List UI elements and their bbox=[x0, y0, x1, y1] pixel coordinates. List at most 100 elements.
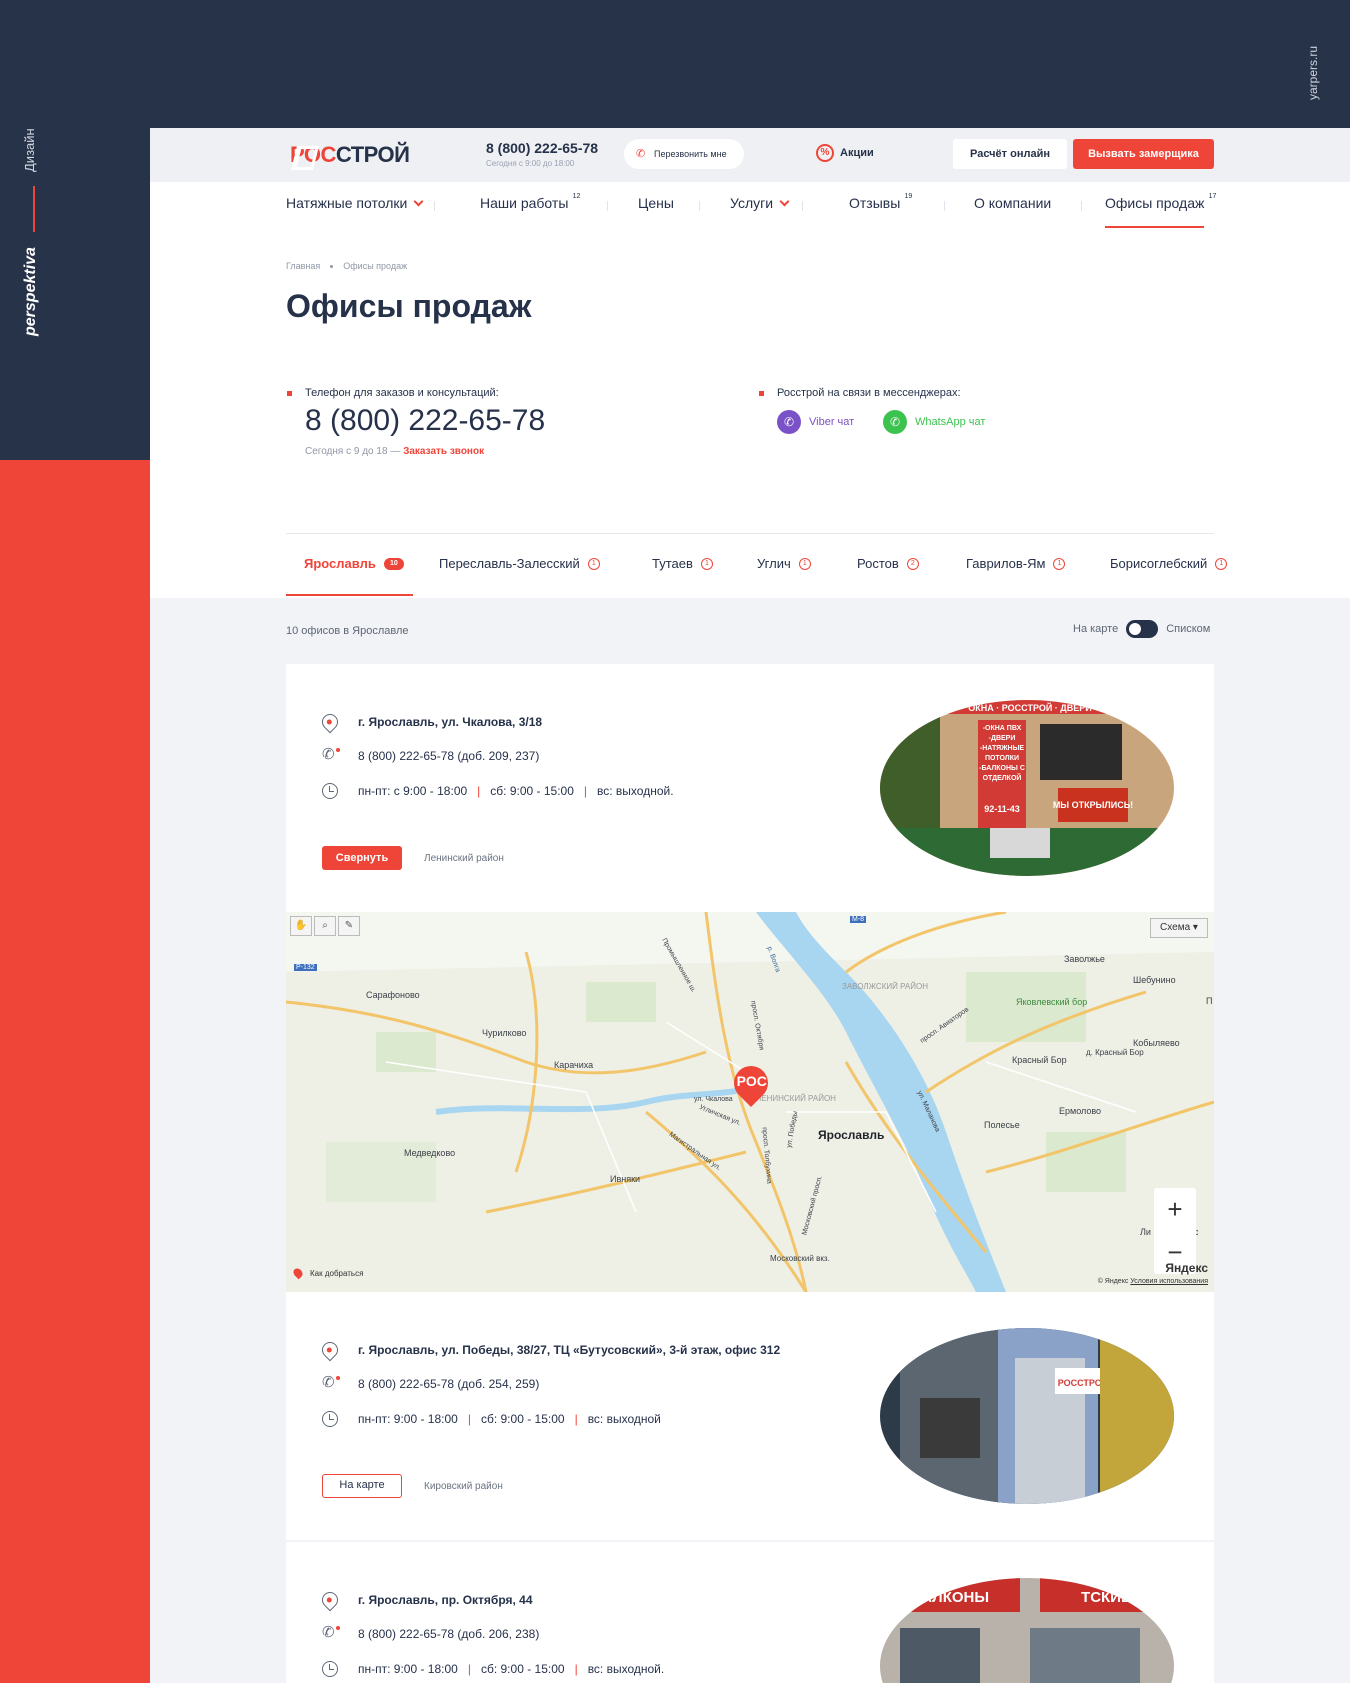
office-phone[interactable]: 8 (800) 222-65-78 (доб. 209, 237) bbox=[358, 749, 539, 763]
office-district: Кировский район bbox=[424, 1481, 503, 1492]
magnifier-icon[interactable]: ⌕ bbox=[314, 916, 336, 936]
view-map-label[interactable]: На карте bbox=[1073, 623, 1118, 635]
tab-borisoglebsky[interactable]: Борисоглебский 1 bbox=[1110, 556, 1228, 571]
big-phone[interactable]: 8 (800) 222-65-78 bbox=[305, 404, 545, 438]
map-type-select[interactable]: Схема ▾ bbox=[1150, 918, 1208, 938]
photo-sign-text: ОКНА · РОССТРОЙ · ДВЕРИ bbox=[968, 702, 1091, 713]
hours-saturday: сб: 9:00 - 15:00 bbox=[480, 1662, 565, 1676]
map-tools: ✋ ⌕ ✎ bbox=[290, 916, 362, 936]
hours-saturday: сб: 9:00 - 15:00 bbox=[480, 1412, 565, 1426]
tab-yaroslavl[interactable]: Ярославль 10 bbox=[304, 556, 404, 571]
map-label: Полесье bbox=[984, 1120, 1020, 1130]
office-hours-row: пн-пт: 9:00 - 18:00 | сб: 9:00 - 15:00 | вс:… bbox=[322, 1661, 664, 1677]
breadcrumb-home[interactable]: Главная bbox=[286, 261, 320, 271]
page: РОССТРОЙ 8 (800) 222-65-78 Сегодня с 9:0… bbox=[150, 128, 1350, 1683]
map-label: Красный Бор bbox=[1012, 1055, 1067, 1065]
collapse-button[interactable]: Свернуть bbox=[322, 846, 402, 870]
nav-item-services[interactable]: Услуги bbox=[730, 182, 790, 230]
photo-sign-text: ТСКИЕ bbox=[1081, 1589, 1131, 1606]
nav-badge: 19 bbox=[904, 193, 913, 200]
office-address-row: г. Ярославль, пр. Октября, 44 bbox=[318, 1588, 533, 1612]
header-phone[interactable]: 8 (800) 222-65-78 bbox=[486, 140, 598, 156]
office-address: г. Ярославль, пр. Октября, 44 bbox=[358, 1593, 533, 1607]
header-phone-hours: Сегодня с 9:00 до 18:00 bbox=[486, 159, 575, 168]
show-on-map-button[interactable]: На карте bbox=[322, 1474, 402, 1498]
side-red-band bbox=[0, 460, 150, 1683]
phone-label: Телефон для заказов и консультаций: bbox=[287, 387, 499, 399]
callback-button[interactable]: ✆ Перезвонить мне bbox=[624, 139, 744, 169]
office-photo[interactable]: БАЛКОНЫ ТСКИЕ bbox=[880, 1578, 1174, 1683]
hand-icon[interactable]: ✋ bbox=[290, 916, 312, 936]
map-label: д. Красный Бор bbox=[1086, 1048, 1144, 1057]
office-district: Ленинский район bbox=[424, 853, 504, 864]
office-phone-row: 8 (800) 222-65-78 (доб. 209, 237) bbox=[322, 745, 539, 764]
tab-gavrilov-yam[interactable]: Гаврилов-Ям 1 bbox=[966, 556, 1066, 571]
map-label: Шебунино bbox=[1133, 975, 1176, 985]
office-card: г. Ярославль, ул. Чкалова, 3/18 8 (800) … bbox=[286, 664, 1214, 912]
tab-uglich[interactable]: Углич 1 bbox=[757, 556, 811, 571]
office-address-row: г. Ярославль, ул. Победы, 38/27, ТЦ «Бут… bbox=[318, 1338, 780, 1362]
promo-link[interactable]: % Акции bbox=[816, 144, 874, 162]
nav-item-prices[interactable]: Цены bbox=[638, 182, 674, 230]
map-label: Ивняки bbox=[610, 1174, 641, 1184]
active-tab-underline bbox=[286, 594, 413, 596]
view-switch[interactable] bbox=[1126, 620, 1159, 638]
map[interactable]: Сарафоново Чурилково Карачиха Медведково… bbox=[286, 912, 1214, 1292]
photo-phone-text: 92-11-43 bbox=[984, 804, 1020, 814]
nav-item-about[interactable]: О компании bbox=[974, 182, 1051, 230]
pin-icon bbox=[318, 1338, 342, 1362]
office-hours-row: пн-пт: 9:00 - 18:00 | сб: 9:00 - 15:00 | вс:… bbox=[322, 1411, 661, 1427]
office-phone[interactable]: 8 (800) 222-65-78 (доб. 206, 238) bbox=[358, 1627, 539, 1641]
zoom-in-button[interactable]: + bbox=[1154, 1188, 1196, 1231]
calc-online-button[interactable]: Расчёт онлайн bbox=[953, 139, 1067, 169]
tab-tutaev[interactable]: Тутаев 1 bbox=[652, 556, 713, 571]
map-label: М-8 bbox=[850, 916, 867, 923]
view-toggle: На карте Списком bbox=[1073, 620, 1210, 638]
percent-icon: % bbox=[816, 144, 834, 162]
office-photo[interactable]: РОССТРОЙ bbox=[880, 1328, 1174, 1504]
whatsapp-link[interactable]: ✆ WhatsApp чат bbox=[883, 410, 985, 434]
chevron-down-icon bbox=[413, 196, 424, 207]
logo[interactable]: РОССТРОЙ bbox=[286, 139, 410, 171]
map-route-link[interactable]: Как добраться bbox=[291, 1266, 363, 1280]
hours-separator: | bbox=[467, 1412, 471, 1426]
nav-item-reviews[interactable]: Отзывы 19 bbox=[849, 182, 912, 230]
nav-item-ceilings[interactable]: Натяжные потолки bbox=[286, 182, 424, 230]
site-url[interactable]: yarpers.ru bbox=[1306, 30, 1326, 100]
hours-weekdays: пн-пт: с 9:00 - 18:00 bbox=[358, 784, 468, 798]
hours-saturday: сб: 9:00 - 15:00 bbox=[490, 784, 574, 798]
order-call-link[interactable]: Заказать звонок bbox=[403, 446, 484, 457]
map-terms-link[interactable]: Условия использования bbox=[1130, 1278, 1208, 1285]
side-brand: Дизайн perspektiva bbox=[22, 120, 46, 350]
callback-label: Перезвонить мне bbox=[654, 149, 727, 159]
office-photo[interactable]: ОКНА · РОССТРОЙ · ДВЕРИ -ОКНА ПВХ -ДВЕРИ… bbox=[880, 700, 1174, 876]
phone-icon: ✆ bbox=[636, 148, 646, 160]
view-list-label[interactable]: Списком bbox=[1166, 623, 1210, 635]
viber-link[interactable]: ✆ Viber чат bbox=[777, 410, 854, 434]
viber-icon: ✆ bbox=[777, 410, 801, 434]
breadcrumb-current: Офисы продаж bbox=[343, 261, 408, 271]
map-label: Заволжье bbox=[1064, 954, 1105, 964]
phone-icon bbox=[322, 1623, 340, 1642]
map-city-label: Ярославль bbox=[818, 1128, 885, 1142]
nav-separator bbox=[607, 201, 608, 211]
office-card: г. Ярославль, ул. Победы, 38/27, ТЦ «Бут… bbox=[286, 1292, 1214, 1540]
nav-separator bbox=[434, 201, 435, 211]
call-measurer-button[interactable]: Вызвать замерщика bbox=[1073, 139, 1214, 169]
nav-item-offices[interactable]: Офисы продаж 17 bbox=[1105, 182, 1216, 230]
offices-count: 10 офисов в Ярославле bbox=[286, 625, 409, 637]
chevron-down-icon bbox=[779, 196, 790, 207]
route-pin-icon bbox=[291, 1266, 305, 1280]
map-label: Чурилково bbox=[482, 1028, 527, 1038]
phone-icon bbox=[322, 745, 340, 764]
nav-item-works[interactable]: Наши работы 12 bbox=[480, 182, 580, 230]
hours-sunday: вс: выходной bbox=[587, 1412, 661, 1426]
map-label: ЗАВОЛЖСКИЙ РАЙОН bbox=[842, 982, 928, 991]
hours-separator: | bbox=[574, 1412, 578, 1426]
tab-rostov[interactable]: Ростов 2 bbox=[857, 556, 919, 571]
tab-pereslavl[interactable]: Переславль-Залесский 1 bbox=[439, 556, 600, 571]
ruler-icon[interactable]: ✎ bbox=[338, 916, 360, 936]
office-phone[interactable]: 8 (800) 222-65-78 (доб. 254, 259) bbox=[358, 1377, 539, 1391]
hours-weekdays: пн-пт: 9:00 - 18:00 bbox=[358, 1662, 458, 1676]
photo-banner-text: МЫ ОТКРЫЛИСЬ! bbox=[1053, 800, 1133, 810]
